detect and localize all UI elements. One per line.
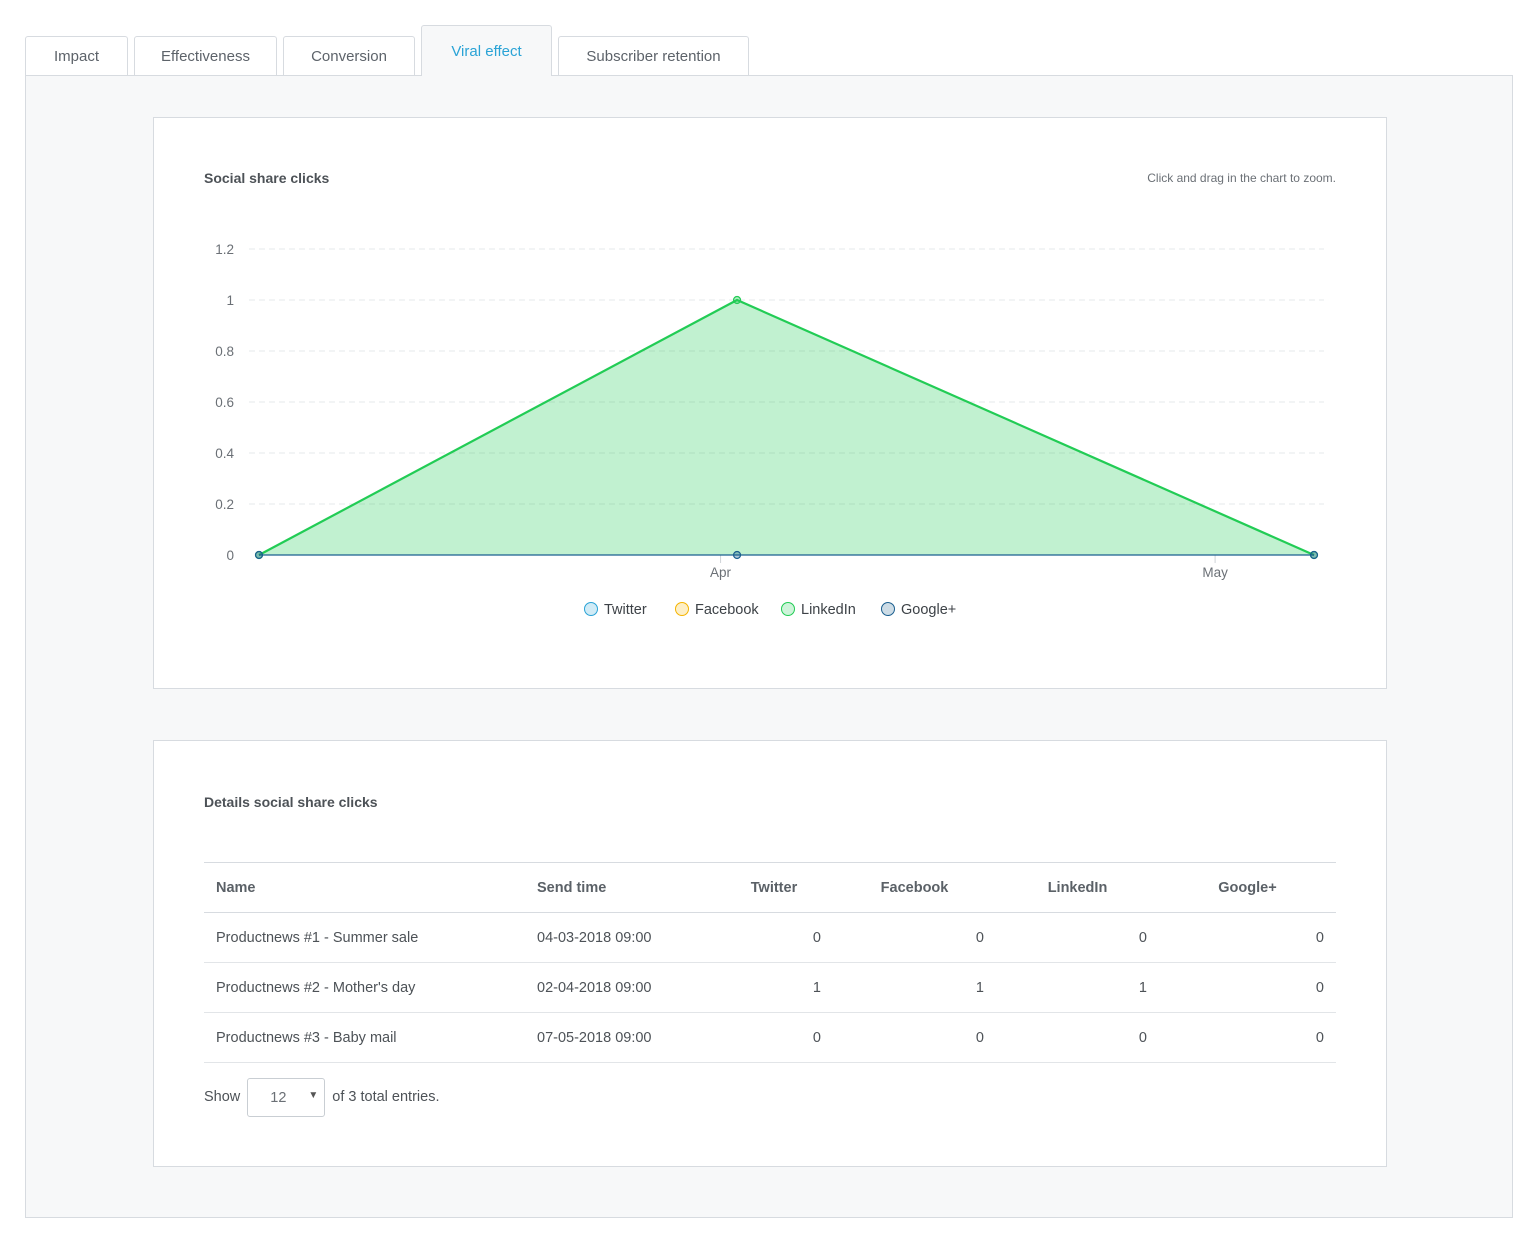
data-point-google[interactable] xyxy=(1309,550,1319,560)
total-entries-text: of 3 total entries. xyxy=(332,1089,440,1105)
x-tick-label: May xyxy=(1202,565,1228,580)
cell-twitter: 0 xyxy=(715,1012,833,1063)
legend-marker-google[interactable] xyxy=(881,602,895,616)
tab-panel: Social share clicks Click and drag in th… xyxy=(25,75,1513,1218)
column-header-twitter[interactable]: Twitter xyxy=(715,862,833,913)
cell-facebook: 1 xyxy=(833,962,996,1013)
cell-facebook: 0 xyxy=(833,1012,996,1063)
cell-linkedin: 1 xyxy=(996,962,1159,1013)
cell-linkedin: 0 xyxy=(996,1012,1159,1063)
cell-googleplus: 0 xyxy=(1159,912,1336,963)
cell-name: Productnews #3 - Baby mail xyxy=(204,1012,525,1063)
tab-impact[interactable]: Impact xyxy=(25,36,128,76)
cell-linkedin: 0 xyxy=(996,912,1159,963)
y-tick-label: 0.2 xyxy=(215,497,234,512)
cell-googleplus: 0 xyxy=(1159,1012,1336,1063)
legend-label-linkedin[interactable]: LinkedIn xyxy=(801,602,856,618)
table-header-row: Name Send time Twitter Facebook LinkedIn… xyxy=(204,862,1336,913)
column-header-send-time[interactable]: Send time xyxy=(525,862,715,913)
details-card: Details social share clicks Name Send ti… xyxy=(153,740,1387,1167)
cell-name: Productnews #2 - Mother's day xyxy=(204,962,525,1013)
table-row: Productnews #1 - Summer sale 04-03-2018 … xyxy=(204,912,1336,963)
social-share-chart[interactable]: 0 0.2 0.4 0.6 0.8 1 1.2 Apr May Twitter Facebook Li… xyxy=(154,118,1388,690)
cell-send-time: 04-03-2018 09:00 xyxy=(525,912,715,963)
show-label: Show xyxy=(204,1089,241,1105)
chart-card: Social share clicks Click and drag in th… xyxy=(153,117,1387,689)
y-tick-label: 0.4 xyxy=(215,446,234,461)
details-title: Details social share clicks xyxy=(204,794,378,810)
table-row: Productnews #2 - Mother's day 02-04-2018… xyxy=(204,962,1336,1013)
y-tick-label: 0.6 xyxy=(215,395,234,410)
legend-marker-facebook[interactable] xyxy=(675,602,689,616)
tab-effectiveness[interactable]: Effectiveness xyxy=(134,36,277,76)
chevron-down-icon: ▼ xyxy=(308,1089,319,1101)
column-header-facebook[interactable]: Facebook xyxy=(833,862,996,913)
cell-twitter: 1 xyxy=(715,962,833,1013)
data-point-linkedin[interactable] xyxy=(732,295,742,305)
details-table: Name Send time Twitter Facebook LinkedIn… xyxy=(204,862,1336,1063)
data-point-google[interactable] xyxy=(254,550,264,560)
data-point-google[interactable] xyxy=(732,550,742,560)
x-tick-label: Apr xyxy=(710,565,732,580)
y-tick-label: 0 xyxy=(226,548,234,563)
legend-label-facebook[interactable]: Facebook xyxy=(695,602,759,618)
legend-marker-linkedin[interactable] xyxy=(781,602,795,616)
y-tick-label: 0.8 xyxy=(215,344,234,359)
page-size-value: 12 xyxy=(270,1089,287,1106)
y-tick-label: 1 xyxy=(226,293,234,308)
cell-facebook: 0 xyxy=(833,912,996,963)
y-tick-label: 1.2 xyxy=(215,242,234,257)
cell-twitter: 0 xyxy=(715,912,833,963)
page-size-select[interactable]: 12 ▼ xyxy=(247,1077,326,1117)
column-header-googleplus[interactable]: Google+ xyxy=(1159,862,1336,913)
legend-label-google[interactable]: Google+ xyxy=(901,602,956,618)
legend-marker-twitter[interactable] xyxy=(584,602,598,616)
series-area-linkedin xyxy=(259,300,1314,555)
column-header-linkedin[interactable]: LinkedIn xyxy=(996,862,1159,913)
tab-conversion[interactable]: Conversion xyxy=(283,36,415,76)
table-row: Productnews #3 - Baby mail 07-05-2018 09… xyxy=(204,1012,1336,1063)
cell-googleplus: 0 xyxy=(1159,962,1336,1013)
pagination-bar: Show 12 ▼ of 3 total entries. xyxy=(204,1077,439,1117)
cell-send-time: 02-04-2018 09:00 xyxy=(525,962,715,1013)
column-header-name[interactable]: Name xyxy=(204,862,525,913)
legend-label-twitter[interactable]: Twitter xyxy=(604,602,647,618)
tab-viral-effect[interactable]: Viral effect xyxy=(421,25,552,76)
tab-subscriber-retention[interactable]: Subscriber retention xyxy=(558,36,749,76)
cell-name: Productnews #1 - Summer sale xyxy=(204,912,525,963)
cell-send-time: 07-05-2018 09:00 xyxy=(525,1012,715,1063)
